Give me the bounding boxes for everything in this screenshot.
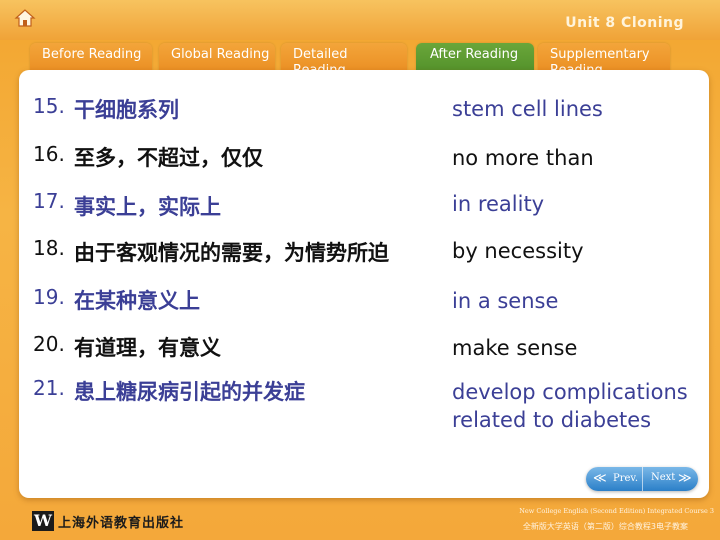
book-title-en: New College English (Second Edition) Int… bbox=[519, 507, 714, 515]
next-button[interactable]: Next ≫ bbox=[642, 467, 698, 491]
tab-label: Global Reading bbox=[171, 47, 270, 62]
english-phrase: in reality bbox=[452, 192, 545, 216]
publisher-logo: W 上海外语教育出版社 bbox=[32, 510, 184, 532]
english-phrase: stem cell lines bbox=[452, 97, 603, 121]
item-number: 19. bbox=[33, 285, 65, 309]
top-bar: Unit 8 Cloning bbox=[0, 0, 720, 40]
double-chevron-right-icon: ≫ bbox=[678, 471, 692, 486]
unit-title: Unit 8 Cloning bbox=[565, 15, 684, 31]
item-number: 16. bbox=[33, 142, 65, 166]
prev-next-nav: ≪ Prev. Next ≫ bbox=[586, 467, 698, 491]
next-label: Next bbox=[651, 472, 676, 483]
double-chevron-left-icon: ≪ bbox=[593, 471, 607, 486]
item-number: 21. bbox=[33, 376, 65, 400]
chinese-phrase: 事实上，实际上 bbox=[74, 195, 221, 219]
book-title-cn: 全新版大学英语（第二版）综合教程3电子教案 bbox=[522, 522, 688, 531]
chinese-phrase: 由于客观情况的需要，为情势所迫 bbox=[74, 241, 389, 265]
item-number: 15. bbox=[33, 94, 65, 118]
english-phrase-line1: develop complications bbox=[452, 380, 688, 404]
english-phrase: by necessity bbox=[452, 239, 584, 263]
item-number: 20. bbox=[33, 332, 65, 356]
prev-label: Prev. bbox=[613, 473, 639, 484]
home-icon[interactable] bbox=[14, 8, 36, 28]
english-phrase: no more than bbox=[452, 146, 594, 170]
prev-button[interactable]: ≪ Prev. bbox=[586, 467, 642, 491]
item-number: 18. bbox=[33, 236, 65, 260]
chinese-phrase: 干细胞系列 bbox=[74, 98, 179, 122]
tab-label: After Reading bbox=[430, 47, 519, 62]
english-phrase-line2: related to diabetes bbox=[452, 408, 652, 432]
publisher-mark: W bbox=[32, 511, 54, 531]
chinese-phrase: 至多，不超过，仅仅 bbox=[74, 146, 263, 170]
tab-label: Before Reading bbox=[42, 47, 142, 62]
chinese-phrase: 有道理，有意义 bbox=[74, 336, 221, 360]
chinese-phrase: 在某种意义上 bbox=[74, 289, 200, 313]
publisher-name: 上海外语教育出版社 bbox=[58, 515, 185, 531]
english-phrase: make sense bbox=[452, 336, 578, 360]
item-number: 17. bbox=[33, 189, 65, 213]
english-phrase: in a sense bbox=[452, 289, 559, 313]
content-panel: 15. 干细胞系列 stem cell lines 16. 至多，不超过，仅仅 … bbox=[19, 70, 709, 498]
chinese-phrase: 患上糖尿病引起的并发症 bbox=[74, 380, 305, 404]
